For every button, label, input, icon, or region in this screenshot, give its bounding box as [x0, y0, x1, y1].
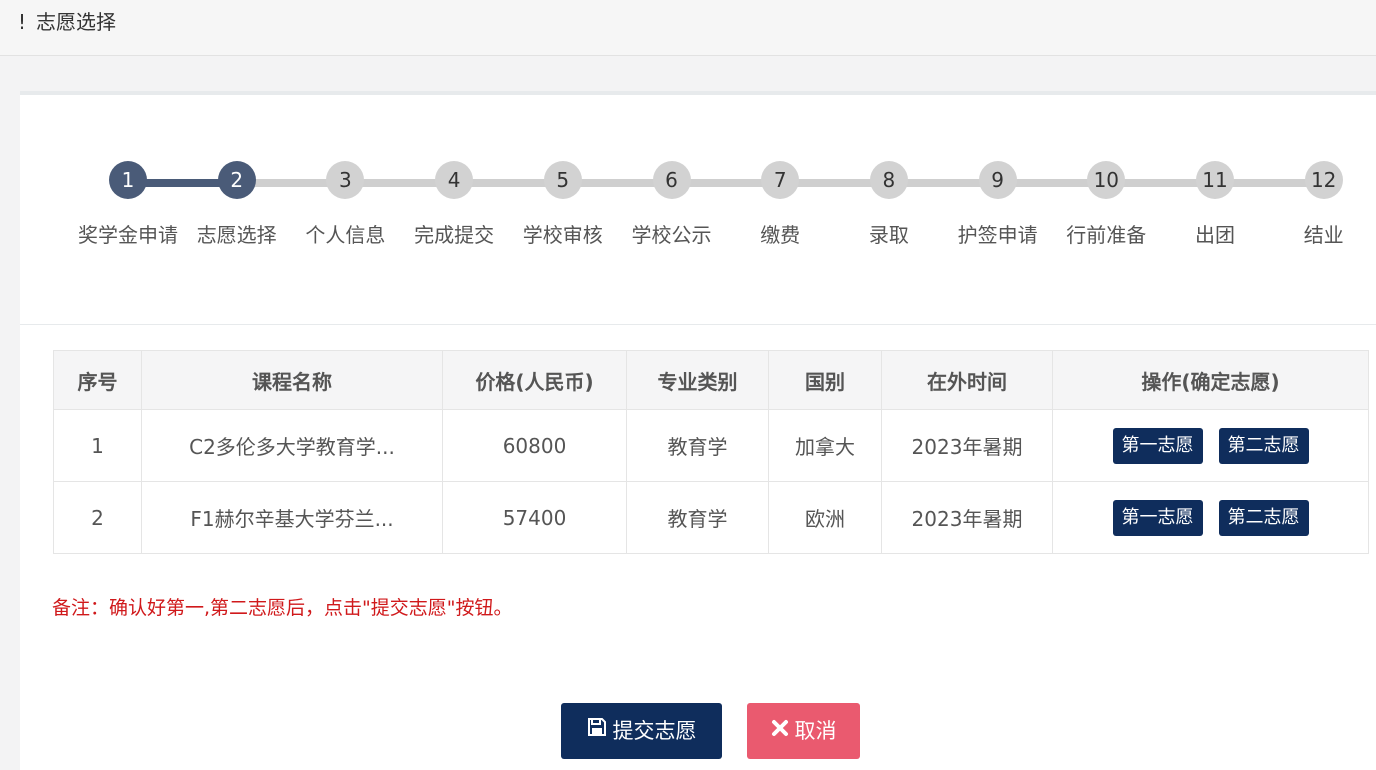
step-label: 结业 — [1303, 223, 1344, 247]
table-row: 1 C2多伦多大学教育学... 60800 教育学 加拿大 2023年暑期 第一… — [53, 409, 1369, 482]
save-icon — [587, 702, 607, 758]
step-number: 12 — [1304, 161, 1343, 199]
cell-major: 教育学 — [626, 481, 769, 554]
cell-course: F1赫尔辛基大学芬兰... — [141, 481, 443, 554]
step-item: 7 缴费 — [725, 161, 835, 248]
page-title: ! 志愿选择 — [18, 10, 116, 34]
second-choice-button[interactable]: 第二志愿 — [1218, 499, 1309, 536]
step-number: 6 — [652, 161, 691, 199]
cell-course: C2多伦多大学教育学... — [141, 409, 443, 482]
cell-index: 2 — [53, 481, 142, 554]
step-label: 录取 — [868, 223, 909, 247]
submit-button[interactable]: 提交志愿 — [561, 703, 722, 759]
divider — [20, 324, 1376, 325]
step-number: 2 — [217, 161, 256, 199]
column-header-course: 课程名称 — [141, 350, 443, 410]
step-item: 6 学校公示 — [617, 161, 727, 248]
table-header-row: 序号 课程名称 价格(人民币) 专业类别 国别 在外时间 操作(确定志愿) — [53, 350, 1369, 410]
step-item: 8 录取 — [834, 161, 944, 248]
second-choice-button[interactable]: 第二志愿 — [1218, 427, 1309, 464]
step-label: 缴费 — [760, 223, 801, 247]
cell-price: 60800 — [442, 409, 627, 482]
cancel-label: 取消 — [794, 719, 837, 743]
step-label: 学校审核 — [522, 223, 603, 247]
cell-price: 57400 — [442, 481, 627, 554]
step-number: 11 — [1196, 161, 1234, 199]
step-label: 完成提交 — [414, 223, 495, 247]
first-choice-button[interactable]: 第一志愿 — [1112, 427, 1203, 464]
step-item: 1 奖学金申请 — [73, 161, 183, 248]
course-table: 序号 课程名称 价格(人民币) 专业类别 国别 在外时间 操作(确定志愿) 1 … — [53, 350, 1369, 554]
step-label: 学校公示 — [631, 223, 712, 247]
first-choice-button[interactable]: 第一志愿 — [1112, 499, 1203, 536]
step-label: 奖学金申请 — [78, 223, 178, 247]
close-icon — [771, 702, 789, 758]
submit-label: 提交志愿 — [612, 719, 697, 743]
step-label: 志愿选择 — [196, 223, 277, 247]
page-title-text: 志愿选择 — [36, 10, 117, 34]
step-item: 5 学校审核 — [508, 161, 618, 248]
step-label: 行前准备 — [1066, 223, 1147, 247]
step-item: 12 结业 — [1269, 161, 1376, 248]
progress-steps: 1 奖学金申请 2 志愿选择 3 个人信息 4 完成提交 5 学校审核 6 学校公示 7 缴费 8 录取 9 护签… — [20, 95, 1376, 323]
column-header-action: 操作(确定志愿) — [1052, 350, 1369, 410]
step-number: 1 — [109, 161, 147, 199]
cell-major: 教育学 — [626, 409, 769, 482]
step-item: 4 完成提交 — [399, 161, 509, 248]
alert-icon: ! — [18, 10, 27, 34]
cell-country: 欧洲 — [768, 481, 882, 554]
cell-time: 2023年暑期 — [881, 481, 1053, 554]
step-number: 7 — [761, 161, 800, 199]
cell-time: 2023年暑期 — [881, 409, 1053, 482]
step-number: 9 — [978, 161, 1017, 199]
column-header-index: 序号 — [53, 350, 142, 410]
cancel-button[interactable]: 取消 — [747, 703, 860, 759]
page-header: ! 志愿选择 — [0, 0, 1376, 56]
step-label: 出团 — [1195, 223, 1235, 247]
step-item: 9 护签申请 — [943, 161, 1053, 248]
step-item: 2 志愿选择 — [182, 161, 292, 248]
note-text: 备注：确认好第一,第二志愿后，点击"提交志愿"按钮。 — [52, 597, 513, 619]
column-header-major: 专业类别 — [626, 350, 769, 410]
step-item: 11 出团 — [1160, 161, 1270, 248]
cell-index: 1 — [53, 409, 142, 482]
step-label: 护签申请 — [957, 223, 1038, 247]
step-label: 个人信息 — [305, 223, 386, 247]
cell-actions: 第一志愿 第二志愿 — [1052, 481, 1369, 554]
step-number: 4 — [435, 161, 474, 199]
column-header-time: 在外时间 — [881, 350, 1053, 410]
step-number: 3 — [326, 161, 365, 199]
step-item: 3 个人信息 — [290, 161, 400, 248]
step-number: 5 — [543, 161, 582, 199]
column-header-price: 价格(人民币) — [442, 350, 627, 410]
main-panel: 1 奖学金申请 2 志愿选择 3 个人信息 4 完成提交 5 学校审核 6 学校公示 7 缴费 8 录取 9 护签… — [20, 91, 1376, 770]
table-row: 2 F1赫尔辛基大学芬兰... 57400 教育学 欧洲 2023年暑期 第一志… — [53, 481, 1369, 554]
cell-actions: 第一志愿 第二志愿 — [1052, 409, 1369, 482]
step-number: 8 — [869, 161, 908, 199]
step-item: 10 行前准备 — [1051, 161, 1161, 248]
cell-country: 加拿大 — [768, 409, 882, 482]
column-header-country: 国别 — [768, 350, 882, 410]
step-number: 10 — [1087, 161, 1126, 199]
